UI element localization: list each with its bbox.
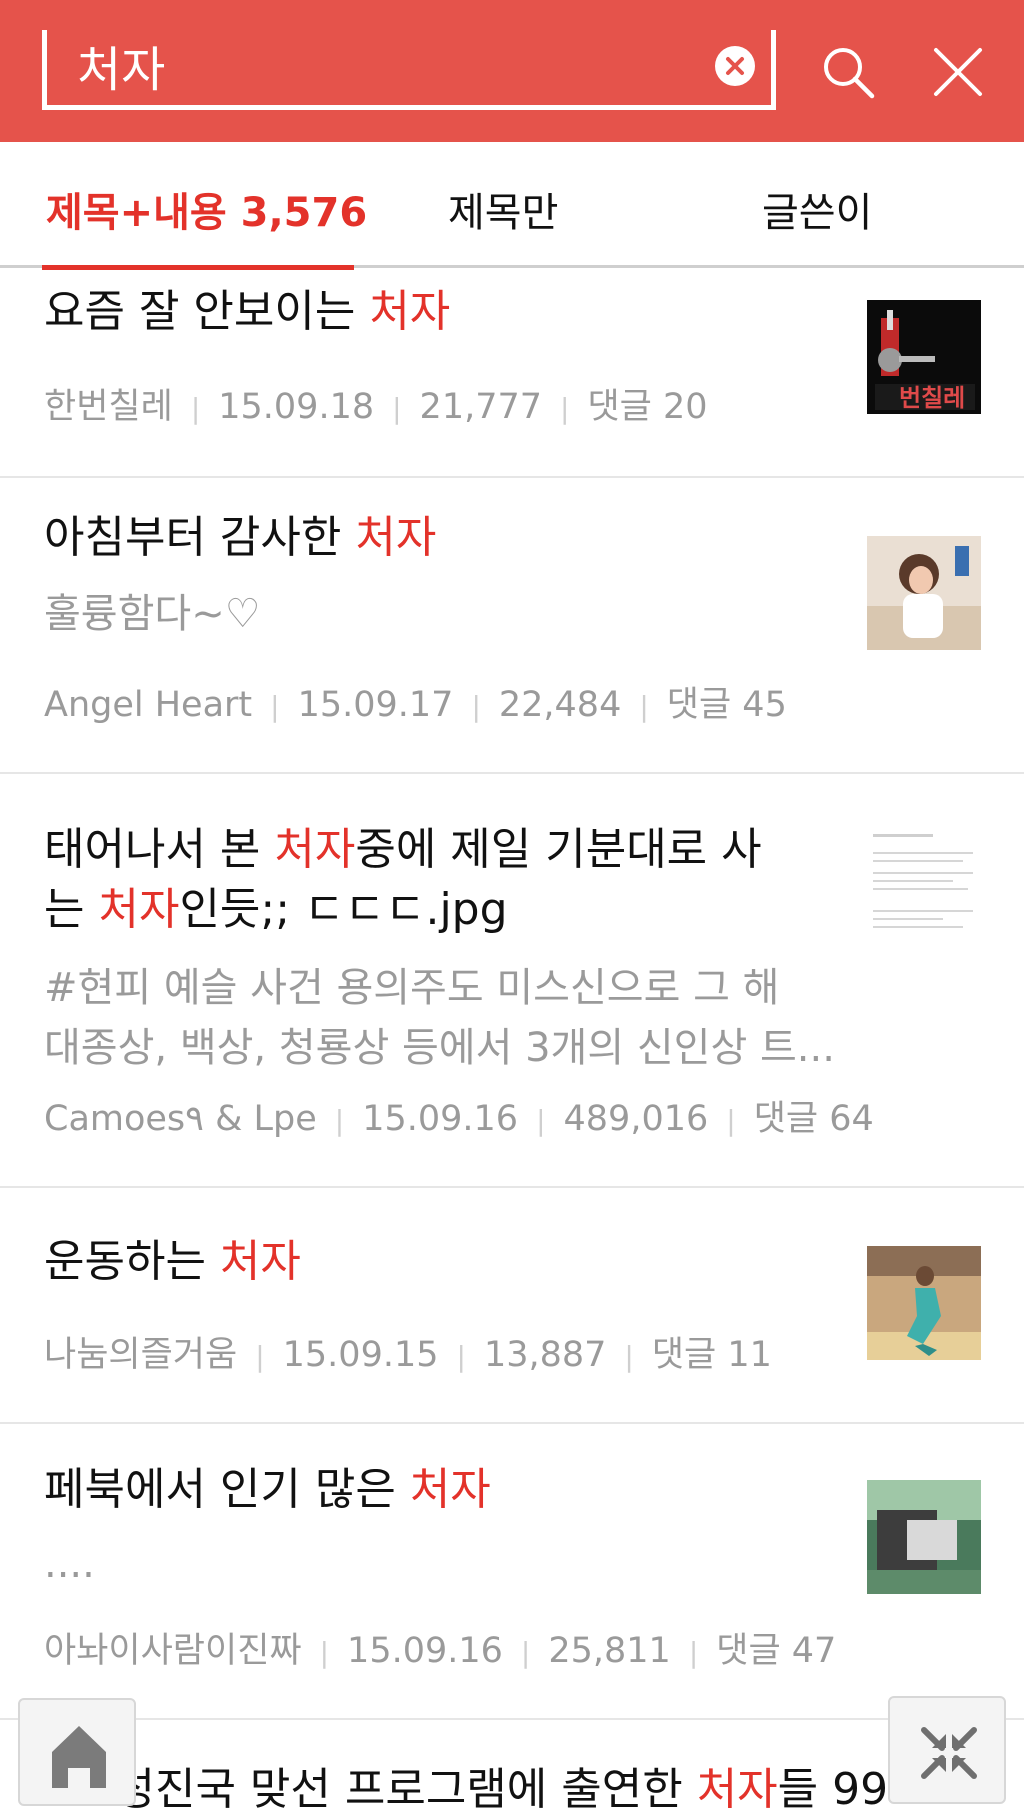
result-item[interactable]: 운동하는 처자 나눔의즐거움 | 15.09.15 | 13,887 | 댓글 11 [0,1188,1024,1424]
post-date: 15.09.17 [297,685,454,725]
comment-count: 댓글 64 [753,1099,874,1139]
search-icon [824,48,875,99]
result-item[interactable]: 페북에서 인기 많은 처자 .... 아놔이사람이진짜 | 15.09.16 | 25,… [0,1424,1024,1720]
result-title[interactable]: 페북에서 인기 많은 처자 [44,1460,491,1520]
title-highlight: 처자 [274,824,356,875]
svg-text:번칠레: 번칠레 [899,384,965,412]
title-text: 아침부터 감사한 [44,512,356,563]
home-icon [52,1726,106,1788]
result-thumbnail[interactable] [867,826,981,940]
title-highlight: 처자 [355,512,437,563]
title-highlight: 처자 [219,1236,301,1287]
title-text: 요즘 잘 안보이는 [44,286,370,337]
post-date: 15.09.15 [282,1335,439,1375]
result-snippet-line-1: #현피 예슬 사건 용의주도 미스신으로 그 해 [44,965,780,1011]
result-meta: 아놔이사람이진짜 | 15.09.16 | 25,811 | 댓글 47 [44,1631,837,1671]
title-text: 운동하는 [44,1236,220,1287]
result-title[interactable]: Re:성진국 맞선 프로그램에 출연한 처자들 99 [44,1760,888,1820]
view-count: 13,887 [483,1335,607,1375]
title-highlight: 처자 [98,884,180,935]
result-meta: 한번칠레 | 15.09.18 | 21,777 | 댓글 20 [44,387,708,427]
view-count: 22,484 [498,685,622,725]
search-box[interactable] [42,30,776,110]
title-text: Re:성진국 맞선 프로그램에 출연한 [44,1764,697,1815]
result-snippet: .... [44,1541,95,1587]
search-header [0,0,1024,142]
result-meta: 나눔의즐거움 | 15.09.15 | 13,887 | 댓글 11 [44,1335,772,1375]
view-count: 21,777 [419,387,543,427]
title-text: 중에 제일 기분대로 사 [355,824,762,875]
title-text: 태어나서 본 [44,824,275,875]
title-highlight: 처자 [369,286,451,337]
close-search-button[interactable] [932,46,984,98]
clear-icon [726,57,744,75]
result-title-line-1[interactable]: 태어나서 본 처자중에 제일 기분대로 사 [44,820,762,880]
result-meta: Angel Heart | 15.09.17 | 22,484 | 댓글 45 [44,685,787,725]
comment-count: 댓글 20 [587,387,708,427]
title-text: 페북에서 인기 많은 [44,1464,410,1515]
search-input[interactable] [75,34,679,96]
post-date: 15.09.18 [218,387,375,427]
search-button[interactable] [820,44,876,100]
post-date: 15.09.16 [362,1099,519,1139]
result-title[interactable]: 운동하는 처자 [44,1232,301,1292]
author-name: Camoes٩ & Lpe [44,1099,317,1139]
author-name: Angel Heart [44,685,253,725]
view-count: 25,811 [548,1631,671,1671]
title-highlight: 처자 [696,1764,778,1815]
post-date: 15.09.16 [347,1631,503,1671]
author-name: 한번칠레 [44,387,173,427]
author-name: 아놔이사람이진짜 [44,1631,302,1671]
title-highlight: 처자 [409,1464,491,1515]
result-item[interactable]: 아침부터 감사한 처자 훌륭함다~♡ Angel Heart | 15.09.17 |… [0,478,1024,774]
comment-count: 댓글 11 [651,1335,772,1375]
clear-search-button[interactable] [715,46,755,86]
view-count: 489,016 [563,1099,709,1139]
result-title[interactable]: 아침부터 감사한 처자 [44,508,436,568]
close-icon [934,48,982,96]
collapse-button[interactable] [888,1696,1006,1804]
comment-count: 댓글 45 [666,685,787,725]
filter-tabs: 제목+내용 3,576 제목만 글쓴이 [0,142,1024,268]
result-snippet: 훌륭함다~♡ [44,591,261,637]
result-title-line-2[interactable]: 는 처자인듯;; ㄷㄷㄷ.jpg [44,880,508,940]
result-thumbnail[interactable] [867,1480,981,1594]
result-item[interactable]: 요즘 잘 안보이는 처자 한번칠레 | 15.09.18 | 21,777 | 댓글 20 … [0,270,1024,478]
title-text: 인듯;; ㄷㄷㄷ.jpg [179,884,508,935]
author-name: 나눔의즐거움 [44,1335,238,1375]
collapse-icon [921,1727,977,1779]
comment-count: 댓글 47 [716,1631,837,1671]
home-button[interactable] [18,1698,136,1806]
result-thumbnail[interactable] [867,536,981,650]
result-meta: Camoes٩ & Lpe | 15.09.16 | 489,016 | 댓글 64 [44,1099,874,1139]
tab-author[interactable]: 글쓴이 [762,180,872,238]
tab-title-content[interactable]: 제목+내용 3,576 [46,180,367,238]
result-item[interactable]: 태어나서 본 처자중에 제일 기분대로 사 는 처자인듯;; ㄷㄷㄷ.jpg #… [0,774,1024,1188]
tab-title-only[interactable]: 제목만 [448,180,558,238]
result-thumbnail[interactable]: 번칠레 [867,300,981,414]
result-snippet-line-2: 대종상, 백상, 청룡상 등에서 3개의 신인상 트... [44,1025,835,1071]
result-title[interactable]: 요즘 잘 안보이는 처자 [44,282,450,342]
result-item[interactable]: Re:성진국 맞선 프로그램에 출연한 처자들 99 [0,1720,1024,1820]
result-thumbnail[interactable] [867,1246,981,1360]
title-text: 는 [44,884,99,935]
title-text: 들 99 [777,1764,889,1815]
